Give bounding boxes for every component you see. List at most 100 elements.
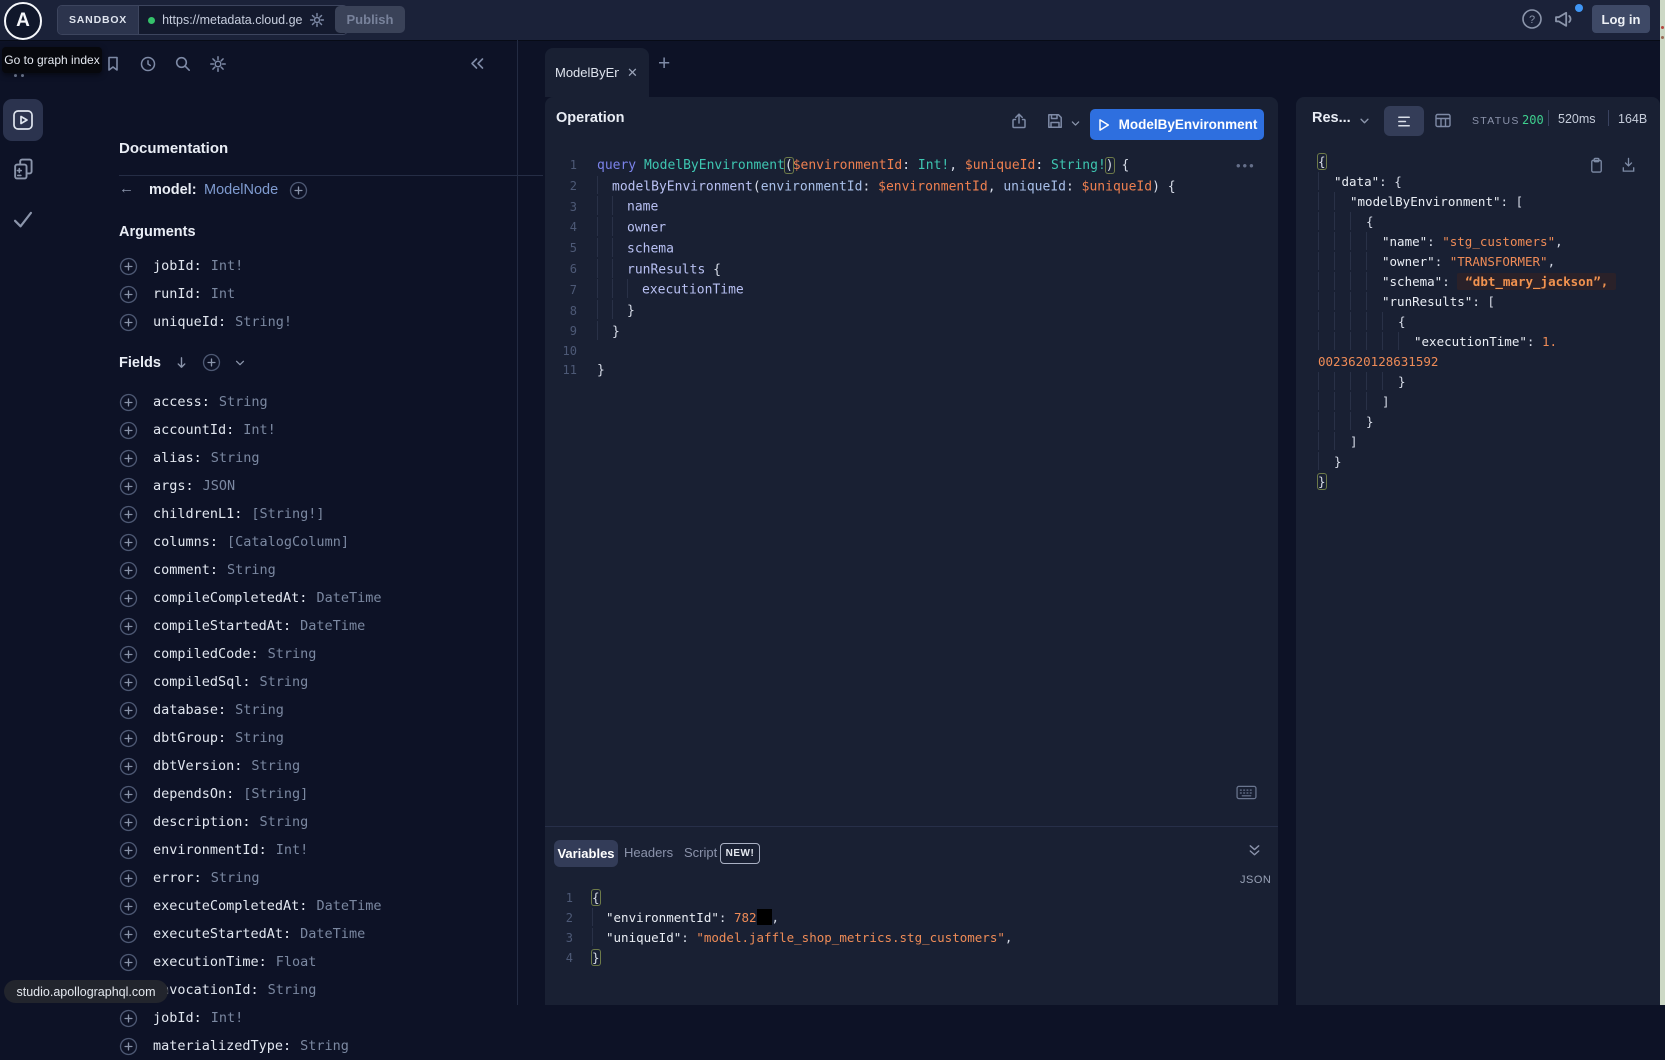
field-name[interactable]: executionTime: [153,954,267,970]
sort-arrow-down-icon[interactable] [174,355,189,371]
add-to-query-button[interactable] [119,505,138,524]
field-name[interactable]: jobId: [153,258,202,274]
field-type-link[interactable]: String [227,562,276,578]
tab-headers[interactable]: Headers [624,845,673,860]
run-operation-button[interactable]: ModelByEnvironment [1090,109,1264,140]
field-name[interactable]: executeCompletedAt: [153,898,307,914]
graphql-editor[interactable]: 1query ModelByEnvironment($environmentId… [545,156,1265,381]
field-name[interactable]: compileStartedAt: [153,618,291,634]
field-name[interactable]: jobId: [153,1010,202,1026]
connection-settings-gear-icon[interactable] [309,12,325,28]
sidebar-item-checks[interactable] [12,209,34,229]
field-type-link[interactable]: JSON [203,478,236,494]
breadcrumb-type-link[interactable]: ModelNode [204,182,278,198]
field-name[interactable]: alias: [153,450,202,466]
field-name[interactable]: description: [153,814,251,830]
help-icon[interactable]: ? [1520,7,1544,31]
announcements-megaphone-icon[interactable] [1553,8,1577,30]
field-type-link[interactable]: String [300,1038,349,1054]
table-view-icon[interactable] [1434,112,1452,129]
response-raw-view-toggle[interactable] [1384,106,1424,136]
tab-script[interactable]: Script [684,845,717,860]
add-to-query-button[interactable] [119,673,138,692]
field-name[interactable]: columns: [153,534,218,550]
login-button[interactable]: Log in [1592,5,1650,33]
field-type-link[interactable]: Int! [243,422,276,438]
field-type-link[interactable]: DateTime [300,618,365,634]
collapse-variables-chevrons-icon[interactable] [1246,843,1263,858]
tab-variables[interactable]: Variables [554,840,618,867]
endpoint-url-field[interactable]: https://metadata.cloud.get [138,6,347,34]
field-name[interactable]: compileCompletedAt: [153,590,307,606]
field-name[interactable]: database: [153,702,226,718]
add-to-query-button[interactable] [119,257,138,276]
field-type-link[interactable]: Float [276,954,317,970]
tab-operation[interactable]: ModelByEnvi... ✕ [545,48,649,97]
field-type-link[interactable]: Int! [211,1010,244,1026]
add-to-query-button[interactable] [119,617,138,636]
variables-editor[interactable]: 1{2"environmentId": 782,3"uniqueId": "mo… [545,888,1265,968]
chevron-down-icon[interactable] [234,357,246,369]
add-to-query-button[interactable] [119,925,138,944]
field-type-link[interactable]: Int! [211,258,244,274]
field-type-link[interactable]: String [268,646,317,662]
field-type-link[interactable]: String [235,702,284,718]
field-type-link[interactable]: [CatalogColumn] [227,534,349,550]
field-name[interactable]: invocationId: [153,982,259,998]
add-to-query-button[interactable] [119,645,138,664]
field-type-link[interactable]: Int! [276,842,309,858]
add-to-query-button[interactable] [119,1037,138,1056]
field-name[interactable]: uniqueId: [153,314,226,330]
field-type-link[interactable]: [String] [243,786,308,802]
field-name[interactable]: environmentId: [153,842,267,858]
field-name[interactable]: access: [153,394,210,410]
add-to-query-button[interactable] [119,393,138,412]
add-to-query-button[interactable] [119,701,138,720]
endpoint-url[interactable]: https://metadata.cloud.get [162,13,302,27]
keyboard-shortcuts-icon[interactable] [1236,784,1257,801]
field-name[interactable]: dbtGroup: [153,730,226,746]
field-type-link[interactable]: DateTime [316,590,381,606]
field-type-link[interactable]: String! [235,314,292,330]
field-name[interactable]: dependsOn: [153,786,234,802]
add-to-query-button[interactable] [119,757,138,776]
field-type-link[interactable]: String [260,814,309,830]
add-to-query-button[interactable] [119,869,138,888]
add-to-query-button[interactable] [119,785,138,804]
new-tab-button[interactable]: + [658,52,670,76]
add-to-query-button[interactable] [119,897,138,916]
field-type-link[interactable]: DateTime [300,926,365,942]
sidebar-item-schema[interactable] [12,157,36,181]
publish-button[interactable]: Publish [335,6,405,33]
field-name[interactable]: runId: [153,286,202,302]
sidebar-item-explorer[interactable] [3,99,43,141]
field-name[interactable]: materializedType: [153,1038,291,1054]
add-to-query-button[interactable] [119,449,138,468]
add-fields-button[interactable] [202,353,221,372]
field-type-link[interactable]: String [219,394,268,410]
field-type-link[interactable]: [String!] [251,506,324,522]
field-type-link[interactable]: String [211,870,260,886]
field-name[interactable]: compiledCode: [153,646,259,662]
field-name[interactable]: accountId: [153,422,234,438]
field-type-link[interactable]: String [235,730,284,746]
response-dropdown-chevron-icon[interactable] [1358,115,1371,127]
add-to-query-button[interactable] [119,589,138,608]
add-to-query-button[interactable] [119,813,138,832]
add-to-query-button[interactable] [119,841,138,860]
field-type-link[interactable]: Int [211,286,235,302]
field-name[interactable]: args: [153,478,194,494]
back-arrow-icon[interactable]: ← [119,180,134,197]
field-name[interactable]: comment: [153,562,218,578]
add-to-query-button[interactable] [119,1009,138,1028]
add-to-query-button[interactable] [119,313,138,332]
field-type-link[interactable]: String [268,982,317,998]
field-name[interactable]: dbtVersion: [153,758,242,774]
response-title[interactable]: Res... [1312,110,1351,126]
share-icon[interactable] [1010,112,1028,130]
field-name[interactable]: compiledSql: [153,674,251,690]
field-name[interactable]: error: [153,870,202,886]
field-type-link[interactable]: String [211,450,260,466]
save-menu-chevron-icon[interactable] [1070,118,1081,129]
field-name[interactable]: executeStartedAt: [153,926,291,942]
